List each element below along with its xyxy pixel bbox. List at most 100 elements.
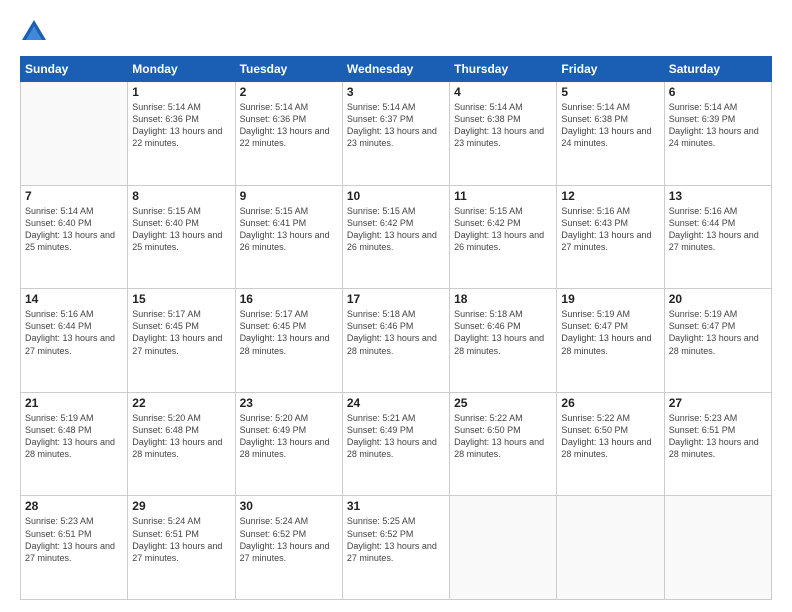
logo-icon bbox=[20, 18, 48, 46]
day-info: Sunrise: 5:24 AM Sunset: 6:52 PM Dayligh… bbox=[240, 515, 338, 564]
day-info: Sunrise: 5:14 AM Sunset: 6:40 PM Dayligh… bbox=[25, 205, 123, 254]
day-number: 17 bbox=[347, 292, 445, 306]
calendar-cell: 23 Sunrise: 5:20 AM Sunset: 6:49 PM Dayli… bbox=[235, 392, 342, 496]
calendar-cell: 9 Sunrise: 5:15 AM Sunset: 6:41 PM Daylig… bbox=[235, 185, 342, 289]
calendar-cell: 24 Sunrise: 5:21 AM Sunset: 6:49 PM Dayli… bbox=[342, 392, 449, 496]
day-info: Sunrise: 5:18 AM Sunset: 6:46 PM Dayligh… bbox=[347, 308, 445, 357]
day-number: 2 bbox=[240, 85, 338, 99]
calendar-cell: 15 Sunrise: 5:17 AM Sunset: 6:45 PM Dayli… bbox=[128, 289, 235, 393]
weekday-header: Tuesday bbox=[235, 57, 342, 82]
calendar-cell: 3Sunrise: 5:14 AM Sunset: 6:37 PM Daylig… bbox=[342, 82, 449, 186]
day-info: Sunrise: 5:15 AM Sunset: 6:42 PM Dayligh… bbox=[454, 205, 552, 254]
day-info: Sunrise: 5:16 AM Sunset: 6:44 PM Dayligh… bbox=[669, 205, 767, 254]
day-info: Sunrise: 5:14 AM Sunset: 6:36 PM Dayligh… bbox=[132, 101, 230, 150]
calendar-cell: 16 Sunrise: 5:17 AM Sunset: 6:45 PM Dayli… bbox=[235, 289, 342, 393]
calendar-cell: 12Sunrise: 5:16 AM Sunset: 6:43 PM Dayli… bbox=[557, 185, 664, 289]
day-number: 7 bbox=[25, 189, 123, 203]
calendar-cell: 10 Sunrise: 5:15 AM Sunset: 6:42 PM Dayli… bbox=[342, 185, 449, 289]
day-info: Sunrise: 5:19 AM Sunset: 6:47 PM Dayligh… bbox=[669, 308, 767, 357]
day-info: Sunrise: 5:24 AM Sunset: 6:51 PM Dayligh… bbox=[132, 515, 230, 564]
calendar-cell bbox=[557, 496, 664, 600]
weekday-header: Saturday bbox=[664, 57, 771, 82]
weekday-header: Thursday bbox=[450, 57, 557, 82]
calendar-cell: 18Sunrise: 5:18 AM Sunset: 6:46 PM Dayli… bbox=[450, 289, 557, 393]
day-number: 31 bbox=[347, 499, 445, 513]
calendar-cell bbox=[21, 82, 128, 186]
day-number: 11 bbox=[454, 189, 552, 203]
weekday-header: Sunday bbox=[21, 57, 128, 82]
day-info: Sunrise: 5:15 AM Sunset: 6:42 PM Dayligh… bbox=[347, 205, 445, 254]
logo bbox=[20, 18, 52, 46]
header bbox=[20, 18, 772, 46]
day-number: 13 bbox=[669, 189, 767, 203]
calendar-cell: 30 Sunrise: 5:24 AM Sunset: 6:52 PM Dayli… bbox=[235, 496, 342, 600]
day-number: 23 bbox=[240, 396, 338, 410]
day-number: 14 bbox=[25, 292, 123, 306]
day-number: 26 bbox=[561, 396, 659, 410]
day-number: 30 bbox=[240, 499, 338, 513]
calendar-cell: 4 Sunrise: 5:14 AM Sunset: 6:38 PM Daylig… bbox=[450, 82, 557, 186]
day-info: Sunrise: 5:14 AM Sunset: 6:38 PM Dayligh… bbox=[454, 101, 552, 150]
day-info: Sunrise: 5:20 AM Sunset: 6:48 PM Dayligh… bbox=[132, 412, 230, 461]
day-info: Sunrise: 5:15 AM Sunset: 6:40 PM Dayligh… bbox=[132, 205, 230, 254]
calendar-cell: 27 Sunrise: 5:23 AM Sunset: 6:51 PM Dayli… bbox=[664, 392, 771, 496]
day-number: 27 bbox=[669, 396, 767, 410]
calendar-cell: 14 Sunrise: 5:16 AM Sunset: 6:44 PM Dayli… bbox=[21, 289, 128, 393]
day-number: 3 bbox=[347, 85, 445, 99]
day-info: Sunrise: 5:21 AM Sunset: 6:49 PM Dayligh… bbox=[347, 412, 445, 461]
day-info: Sunrise: 5:16 AM Sunset: 6:44 PM Dayligh… bbox=[25, 308, 123, 357]
day-info: Sunrise: 5:20 AM Sunset: 6:49 PM Dayligh… bbox=[240, 412, 338, 461]
day-info: Sunrise: 5:25 AM Sunset: 6:52 PM Dayligh… bbox=[347, 515, 445, 564]
calendar-cell: 21 Sunrise: 5:19 AM Sunset: 6:48 PM Dayli… bbox=[21, 392, 128, 496]
day-number: 20 bbox=[669, 292, 767, 306]
weekday-header: Wednesday bbox=[342, 57, 449, 82]
calendar-cell: 22Sunrise: 5:20 AM Sunset: 6:48 PM Dayli… bbox=[128, 392, 235, 496]
day-info: Sunrise: 5:19 AM Sunset: 6:47 PM Dayligh… bbox=[561, 308, 659, 357]
day-number: 16 bbox=[240, 292, 338, 306]
calendar-cell: 31 Sunrise: 5:25 AM Sunset: 6:52 PM Dayli… bbox=[342, 496, 449, 600]
calendar-cell: 8 Sunrise: 5:15 AM Sunset: 6:40 PM Daylig… bbox=[128, 185, 235, 289]
calendar-cell: 17 Sunrise: 5:18 AM Sunset: 6:46 PM Dayli… bbox=[342, 289, 449, 393]
calendar-cell: 1 Sunrise: 5:14 AM Sunset: 6:36 PM Daylig… bbox=[128, 82, 235, 186]
day-info: Sunrise: 5:22 AM Sunset: 6:50 PM Dayligh… bbox=[454, 412, 552, 461]
day-number: 18 bbox=[454, 292, 552, 306]
day-info: Sunrise: 5:22 AM Sunset: 6:50 PM Dayligh… bbox=[561, 412, 659, 461]
calendar-table: SundayMondayTuesdayWednesdayThursdayFrid… bbox=[20, 56, 772, 600]
day-number: 25 bbox=[454, 396, 552, 410]
day-number: 28 bbox=[25, 499, 123, 513]
calendar-cell: 2 Sunrise: 5:14 AM Sunset: 6:36 PM Daylig… bbox=[235, 82, 342, 186]
day-number: 29 bbox=[132, 499, 230, 513]
day-info: Sunrise: 5:17 AM Sunset: 6:45 PM Dayligh… bbox=[240, 308, 338, 357]
calendar-cell: 20 Sunrise: 5:19 AM Sunset: 6:47 PM Dayli… bbox=[664, 289, 771, 393]
day-number: 9 bbox=[240, 189, 338, 203]
day-info: Sunrise: 5:16 AM Sunset: 6:43 PM Dayligh… bbox=[561, 205, 659, 254]
calendar-cell bbox=[664, 496, 771, 600]
day-info: Sunrise: 5:17 AM Sunset: 6:45 PM Dayligh… bbox=[132, 308, 230, 357]
day-number: 8 bbox=[132, 189, 230, 203]
calendar-cell: 26 Sunrise: 5:22 AM Sunset: 6:50 PM Dayli… bbox=[557, 392, 664, 496]
calendar-cell: 29 Sunrise: 5:24 AM Sunset: 6:51 PM Dayli… bbox=[128, 496, 235, 600]
day-info: Sunrise: 5:14 AM Sunset: 6:38 PM Dayligh… bbox=[561, 101, 659, 150]
day-number: 1 bbox=[132, 85, 230, 99]
day-number: 15 bbox=[132, 292, 230, 306]
day-number: 10 bbox=[347, 189, 445, 203]
calendar-cell bbox=[450, 496, 557, 600]
calendar-cell: 28 Sunrise: 5:23 AM Sunset: 6:51 PM Dayli… bbox=[21, 496, 128, 600]
day-info: Sunrise: 5:23 AM Sunset: 6:51 PM Dayligh… bbox=[25, 515, 123, 564]
day-number: 6 bbox=[669, 85, 767, 99]
day-number: 5 bbox=[561, 85, 659, 99]
day-number: 19 bbox=[561, 292, 659, 306]
day-number: 24 bbox=[347, 396, 445, 410]
day-number: 4 bbox=[454, 85, 552, 99]
day-info: Sunrise: 5:19 AM Sunset: 6:48 PM Dayligh… bbox=[25, 412, 123, 461]
day-info: Sunrise: 5:23 AM Sunset: 6:51 PM Dayligh… bbox=[669, 412, 767, 461]
calendar-cell: 5 Sunrise: 5:14 AM Sunset: 6:38 PM Daylig… bbox=[557, 82, 664, 186]
day-number: 21 bbox=[25, 396, 123, 410]
calendar-page: SundayMondayTuesdayWednesdayThursdayFrid… bbox=[0, 0, 792, 612]
weekday-header: Monday bbox=[128, 57, 235, 82]
calendar-cell: 6Sunrise: 5:14 AM Sunset: 6:39 PM Daylig… bbox=[664, 82, 771, 186]
calendar-cell: 25 Sunrise: 5:22 AM Sunset: 6:50 PM Dayli… bbox=[450, 392, 557, 496]
day-info: Sunrise: 5:14 AM Sunset: 6:36 PM Dayligh… bbox=[240, 101, 338, 150]
day-info: Sunrise: 5:15 AM Sunset: 6:41 PM Dayligh… bbox=[240, 205, 338, 254]
calendar-cell: 13 Sunrise: 5:16 AM Sunset: 6:44 PM Dayli… bbox=[664, 185, 771, 289]
